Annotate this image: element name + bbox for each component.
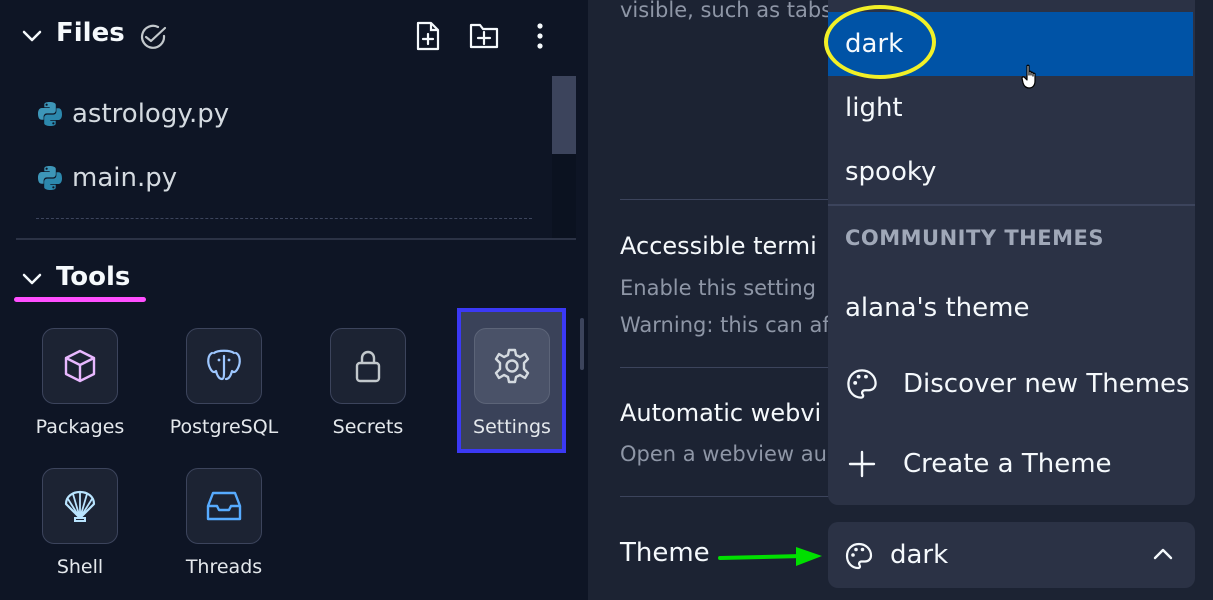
scrollbar-thumb[interactable] bbox=[552, 76, 576, 154]
palette-icon bbox=[844, 541, 874, 571]
option-label: spooky bbox=[845, 157, 937, 187]
file-item[interactable]: astrology.py bbox=[36, 90, 229, 138]
theme-label: Theme bbox=[620, 538, 710, 568]
theme-option-spooky[interactable]: spooky bbox=[828, 140, 1195, 204]
discover-themes-item[interactable]: Discover new Themes bbox=[828, 352, 1195, 416]
option-label: alana's theme bbox=[845, 293, 1030, 323]
option-label: Discover new Themes bbox=[903, 369, 1190, 399]
python-icon bbox=[36, 164, 64, 192]
menu-separator bbox=[828, 204, 1195, 206]
theme-option-light[interactable]: light bbox=[828, 76, 1195, 140]
tool-icon-box bbox=[42, 468, 118, 544]
settings-divider bbox=[620, 199, 830, 200]
annotation-arrow bbox=[718, 545, 824, 569]
option-label: light bbox=[845, 93, 903, 123]
create-theme-item[interactable]: Create a Theme bbox=[828, 432, 1195, 496]
tool-icon-box bbox=[186, 328, 262, 404]
tool-packages[interactable]: Packages bbox=[20, 328, 140, 438]
community-theme-item[interactable]: alana's theme bbox=[828, 276, 1195, 340]
plus-icon bbox=[845, 447, 879, 481]
chevron-up-icon bbox=[1152, 546, 1174, 562]
hand-cursor-icon bbox=[1021, 64, 1041, 90]
option-label: Create a Theme bbox=[903, 449, 1112, 479]
file-item[interactable]: main.py bbox=[36, 154, 177, 202]
files-title: Files bbox=[56, 18, 125, 48]
files-header: Files bbox=[0, 0, 576, 72]
tool-secrets[interactable]: Secrets bbox=[308, 328, 428, 438]
setting-title-automatic-webview: Automatic webvi bbox=[620, 399, 822, 427]
tools-title: Tools bbox=[56, 262, 131, 292]
shell-icon bbox=[60, 486, 100, 526]
tool-label: Packages bbox=[35, 416, 125, 438]
tool-label: Secrets bbox=[332, 416, 404, 438]
community-themes-header: COMMUNITY THEMES bbox=[845, 226, 1104, 250]
tool-label: Settings bbox=[473, 416, 551, 438]
tool-shell[interactable]: Shell bbox=[20, 468, 140, 578]
tool-icon-box bbox=[42, 328, 118, 404]
theme-select-value: dark bbox=[890, 540, 949, 570]
tool-icon-box bbox=[186, 468, 262, 544]
settings-divider bbox=[620, 496, 830, 497]
gear-icon bbox=[492, 346, 532, 386]
theme-select[interactable]: dark bbox=[828, 522, 1195, 588]
settings-divider bbox=[620, 367, 830, 368]
tool-label: PostgreSQL bbox=[169, 416, 279, 438]
tool-label: Threads bbox=[185, 556, 263, 578]
check-circle-icon bbox=[138, 24, 168, 50]
python-icon bbox=[36, 100, 64, 128]
tool-threads[interactable]: Threads bbox=[164, 468, 284, 578]
tool-label: Shell bbox=[56, 556, 104, 578]
chevron-down-icon[interactable] bbox=[20, 24, 44, 48]
setting-description: Enable this setting bbox=[620, 276, 817, 300]
palette-icon bbox=[845, 367, 879, 401]
chevron-down-icon[interactable] bbox=[20, 267, 44, 291]
setting-description: visible, such as tabs bbox=[620, 0, 833, 22]
lock-icon bbox=[351, 347, 385, 385]
pane-resize-handle[interactable] bbox=[580, 318, 584, 370]
tool-postgresql[interactable]: PostgreSQL bbox=[164, 328, 284, 438]
dashed-divider bbox=[36, 218, 532, 219]
setting-warning: Warning: this can af bbox=[620, 313, 830, 337]
setting-title-accessible-terminal: Accessible termi bbox=[620, 232, 817, 260]
new-folder-icon[interactable] bbox=[468, 20, 500, 50]
annotation-underline bbox=[14, 297, 146, 302]
tool-icon-box bbox=[474, 328, 550, 404]
tool-icon-box bbox=[330, 328, 406, 404]
inbox-icon bbox=[204, 488, 244, 524]
tool-settings[interactable]: Settings bbox=[452, 328, 572, 438]
package-icon bbox=[61, 347, 99, 385]
more-options-icon[interactable] bbox=[534, 22, 546, 50]
setting-description: Open a webview au bbox=[620, 442, 827, 466]
section-divider bbox=[16, 238, 576, 240]
file-name: main.py bbox=[72, 163, 178, 193]
annotation-circle bbox=[824, 5, 936, 79]
new-file-icon[interactable] bbox=[414, 20, 442, 52]
postgresql-icon bbox=[204, 346, 244, 386]
file-name: astrology.py bbox=[72, 99, 230, 129]
